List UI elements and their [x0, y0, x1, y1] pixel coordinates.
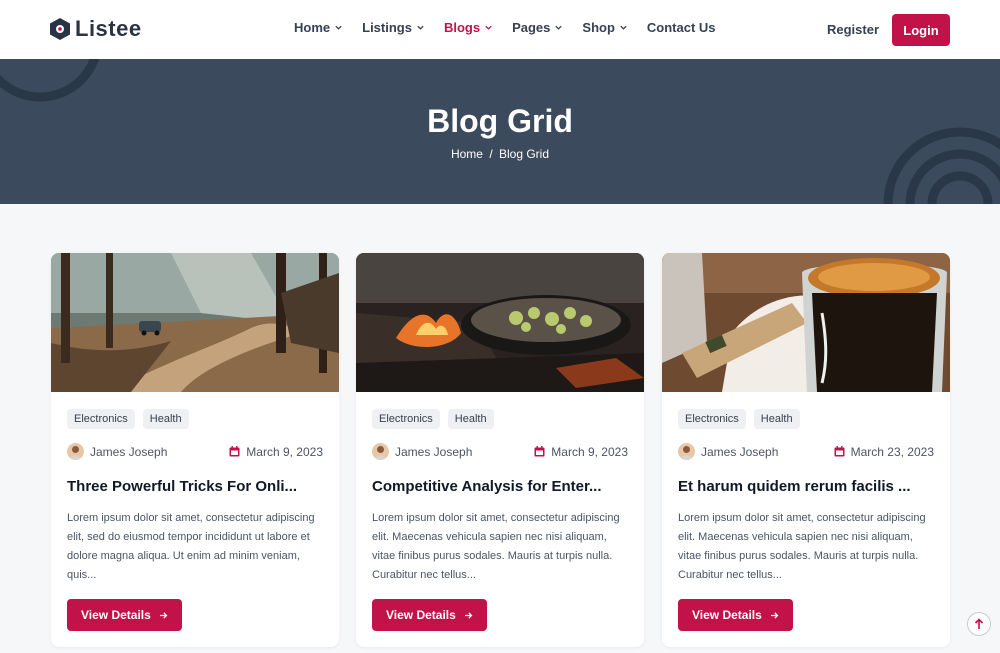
view-details-button[interactable]: View Details — [67, 599, 182, 631]
nav-item-shop[interactable]: Shop — [582, 20, 628, 35]
blog-card-image[interactable] — [662, 253, 950, 392]
scroll-to-top-button[interactable] — [967, 612, 991, 636]
espresso-cup-image — [662, 253, 950, 392]
chevron-down-icon — [335, 25, 342, 30]
blog-card[interactable]: Electronics Health James Joseph March 9,… — [51, 253, 339, 647]
site-header: Listee Home Listings Blogs Pages Shop Co… — [0, 0, 1000, 59]
tag-health[interactable]: Health — [753, 409, 800, 429]
blog-card-excerpt: Lorem ipsum dolor sit amet, consectetur … — [678, 512, 926, 581]
blog-card[interactable]: Electronics Health James Joseph March 23… — [662, 253, 950, 647]
page-hero: Blog Grid Home / Blog Grid — [0, 59, 1000, 204]
nav-item-blogs[interactable]: Blogs — [444, 20, 493, 35]
chevron-down-icon — [620, 25, 627, 30]
post-date-text: March 9, 2023 — [246, 444, 323, 459]
main-nav: Home Listings Blogs Pages Shop Contact U… — [294, 20, 716, 35]
calendar-icon — [534, 446, 545, 457]
arrow-right-icon — [159, 611, 168, 619]
arrow-right-icon — [464, 611, 473, 619]
tag-electronics[interactable]: Electronics — [372, 409, 440, 429]
nav-item-label: Contact Us — [646, 20, 716, 35]
view-details-label: View Details — [386, 608, 456, 622]
campfire-skillet-image — [356, 253, 644, 392]
nav-item-label: Home — [294, 20, 331, 35]
register-link[interactable]: Register — [827, 22, 879, 37]
view-details-button[interactable]: View Details — [678, 599, 793, 631]
author-name: James Joseph — [395, 444, 473, 459]
calendar-icon — [229, 446, 240, 457]
nav-item-label: Pages — [512, 20, 551, 35]
breadcrumb-home[interactable]: Home — [451, 147, 483, 161]
blog-card-title[interactable]: Competitive Analysis for Enter... — [372, 478, 628, 495]
nav-item-label: Blogs — [443, 20, 481, 35]
chevron-down-icon — [485, 25, 492, 30]
breadcrumb-current: Blog Grid — [499, 147, 550, 161]
chevron-down-icon — [417, 25, 424, 30]
post-date: March 23, 2023 — [834, 445, 934, 459]
chevron-down-icon — [555, 25, 563, 30]
mountain-road-image — [51, 253, 339, 392]
post-date: March 9, 2023 — [229, 445, 323, 459]
avatar — [67, 443, 84, 460]
blog-card-title[interactable]: Three Powerful Tricks For Onli... — [67, 478, 323, 495]
nav-item-contact-us[interactable]: Contact Us — [647, 20, 716, 35]
blog-card-image[interactable] — [51, 253, 339, 392]
avatar — [678, 443, 695, 460]
view-details-label: View Details — [692, 608, 762, 622]
author-name: James Joseph — [90, 444, 168, 459]
nav-item-pages[interactable]: Pages — [512, 20, 563, 35]
blog-card-excerpt: Lorem ipsum dolor sit amet, consectetur … — [67, 512, 315, 581]
tag-electronics[interactable]: Electronics — [67, 409, 135, 429]
breadcrumb-separator: / — [489, 147, 493, 161]
logo-icon — [50, 18, 70, 40]
blog-card-title[interactable]: Et harum quidem rerum facilis ... — [678, 478, 934, 495]
nav-item-label: Listings — [362, 20, 412, 35]
blog-card-image[interactable] — [356, 253, 644, 392]
nav-item-home[interactable]: Home — [294, 20, 343, 35]
arrow-up-icon — [974, 618, 984, 629]
blog-card-excerpt: Lorem ipsum dolor sit amet, consectetur … — [372, 512, 620, 581]
author[interactable]: James Joseph — [67, 443, 167, 460]
author[interactable]: James Joseph — [372, 443, 472, 460]
view-details-label: View Details — [81, 608, 151, 622]
nav-item-label: Shop — [582, 20, 615, 35]
post-date-text: March 9, 2023 — [551, 444, 628, 459]
author-name: James Joseph — [701, 444, 779, 459]
logo-text: Listee — [75, 16, 142, 41]
tag-electronics[interactable]: Electronics — [678, 409, 746, 429]
login-button[interactable]: Login — [892, 14, 950, 46]
blog-card[interactable]: Electronics Health James Joseph March 9,… — [356, 253, 644, 647]
view-details-button[interactable]: View Details — [372, 599, 487, 631]
post-date-text: March 23, 2023 — [850, 444, 934, 459]
author[interactable]: James Joseph — [678, 443, 778, 460]
nav-item-listings[interactable]: Listings — [362, 20, 425, 35]
tag-health[interactable]: Health — [142, 409, 189, 429]
logo[interactable]: Listee — [49, 16, 142, 42]
page-title: Blog Grid — [427, 103, 573, 139]
breadcrumb: Home / Blog Grid — [0, 147, 1000, 161]
arrow-right-icon — [770, 611, 779, 619]
tag-health[interactable]: Health — [447, 409, 494, 429]
post-date: March 9, 2023 — [534, 445, 628, 459]
calendar-icon — [834, 446, 845, 457]
avatar — [372, 443, 389, 460]
